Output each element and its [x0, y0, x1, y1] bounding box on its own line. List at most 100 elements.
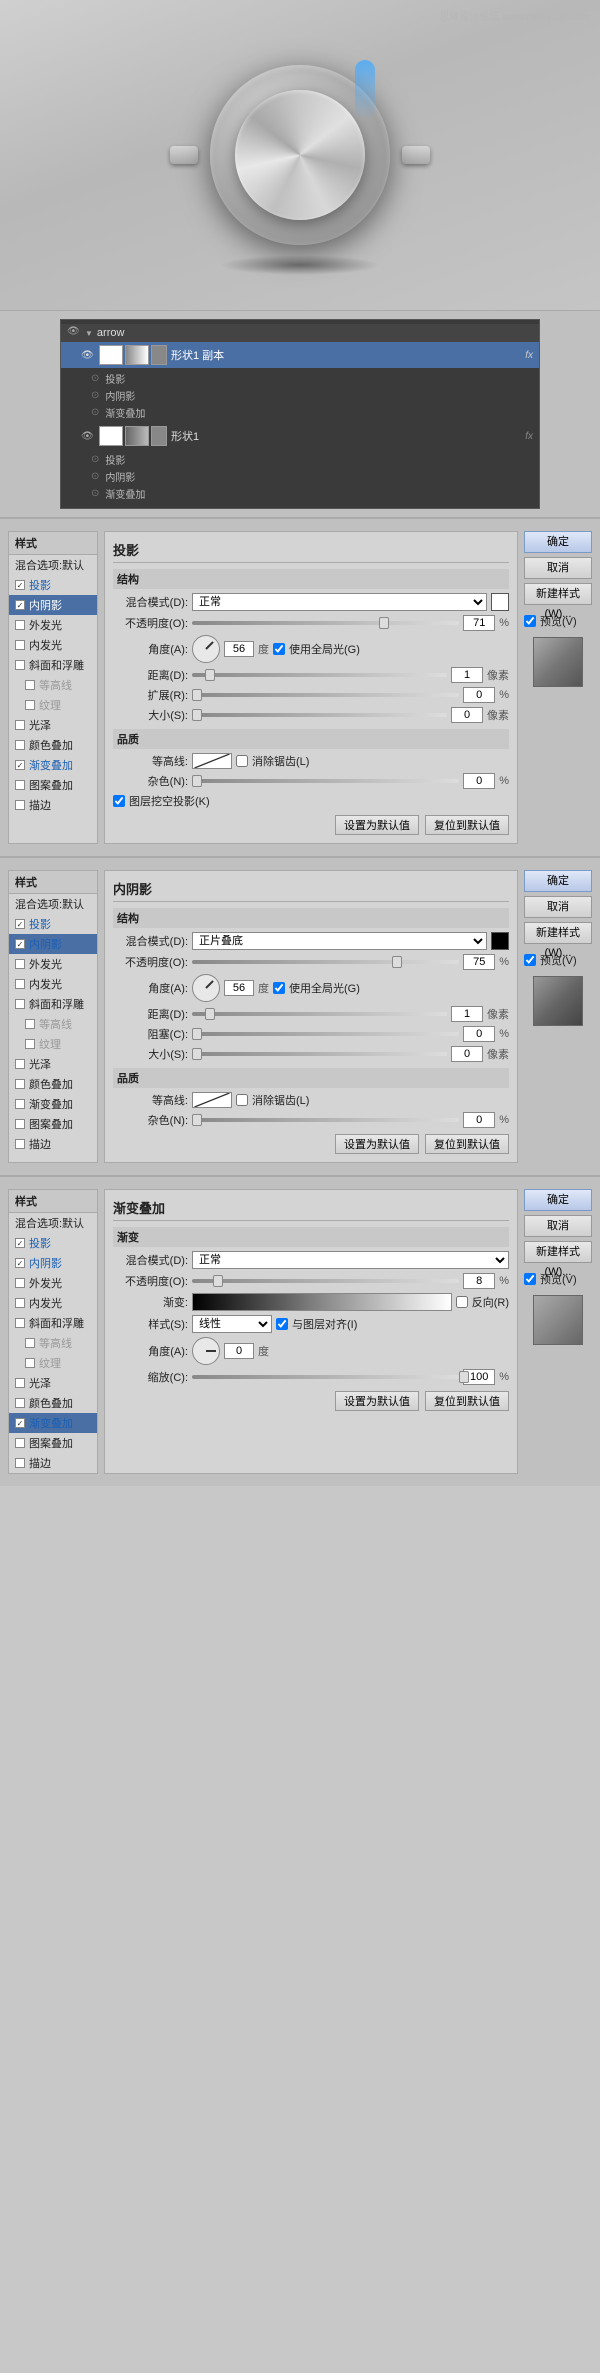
- collapse-icon[interactable]: ▼: [85, 329, 93, 338]
- layers-arrow-row[interactable]: 👁 ▼ arrow: [61, 324, 539, 342]
- checkbox-tuan-2[interactable]: [15, 1119, 25, 1129]
- checkbox-xieface-1[interactable]: [15, 660, 25, 670]
- style-jianbian-3[interactable]: 渐变叠加: [9, 1413, 97, 1433]
- style-wafaguang-2[interactable]: 外发光: [9, 954, 97, 974]
- reset-default-btn-1[interactable]: 复位到默认值: [425, 815, 509, 835]
- checkbox-wafaguang-2[interactable]: [15, 959, 25, 969]
- checkbox-touying-3[interactable]: [15, 1238, 25, 1248]
- distance-slider-1[interactable]: [192, 673, 447, 677]
- noise-input-1[interactable]: [463, 773, 495, 789]
- angle-input-2[interactable]: [224, 980, 254, 996]
- ok-btn-3[interactable]: 确定: [524, 1189, 592, 1211]
- checkbox-nfaguang-2[interactable]: [15, 979, 25, 989]
- style-neiyinying-3[interactable]: 内阴影: [9, 1253, 97, 1273]
- checkbox-neiyinying-3[interactable]: [15, 1258, 25, 1268]
- cancel-btn-1[interactable]: 取消: [524, 557, 592, 579]
- checkbox-wentl-3[interactable]: [25, 1358, 35, 1368]
- style-mixed-2[interactable]: 混合选项:默认: [9, 894, 97, 914]
- style-wentl-1[interactable]: 纹理: [9, 695, 97, 715]
- global-light-check-1[interactable]: [273, 643, 285, 655]
- style-touying-1[interactable]: 投影: [9, 575, 97, 595]
- blend-mode-select-3[interactable]: 正常: [192, 1251, 509, 1269]
- style-denggaoxian-3[interactable]: 等高线: [9, 1333, 97, 1353]
- style-tuan-2[interactable]: 图案叠加: [9, 1114, 97, 1134]
- style-denggaoxian-1[interactable]: 等高线: [9, 675, 97, 695]
- eye-icon-shape1copy[interactable]: 👁: [81, 350, 95, 361]
- checkbox-miaobian-1[interactable]: [15, 800, 25, 810]
- angle-circle-3[interactable]: [192, 1337, 220, 1365]
- checkbox-xieface-2[interactable]: [15, 999, 25, 1009]
- checkbox-wafaguang-1[interactable]: [15, 620, 25, 630]
- style-touying-3[interactable]: 投影: [9, 1233, 97, 1253]
- cancel-btn-2[interactable]: 取消: [524, 896, 592, 918]
- style-wafaguang-1[interactable]: 外发光: [9, 615, 97, 635]
- checkbox-wentl-2[interactable]: [25, 1039, 35, 1049]
- distance-input-2[interactable]: [451, 1006, 483, 1022]
- preview-check-1[interactable]: [524, 615, 536, 627]
- checkbox-nfaguang-3[interactable]: [15, 1298, 25, 1308]
- style-yanse-2[interactable]: 颜色叠加: [9, 1074, 97, 1094]
- distance-input-1[interactable]: [451, 667, 483, 683]
- checkbox-tuan-3[interactable]: [15, 1438, 25, 1448]
- effect-neiyinying1[interactable]: ⊙内阴影: [61, 387, 539, 404]
- style-jianbian-2[interactable]: 渐变叠加: [9, 1094, 97, 1114]
- size-slider-2[interactable]: [192, 1052, 447, 1056]
- checkbox-xieface-3[interactable]: [15, 1318, 25, 1328]
- blend-color-2[interactable]: [491, 932, 509, 950]
- style-guangze-3[interactable]: 光泽: [9, 1373, 97, 1393]
- style-tuan-1[interactable]: 图案叠加: [9, 775, 97, 795]
- size-slider-1[interactable]: [192, 713, 447, 717]
- style-yanse-3[interactable]: 颜色叠加: [9, 1393, 97, 1413]
- scale-slider-3[interactable]: [192, 1375, 459, 1379]
- checkbox-guangze-1[interactable]: [15, 720, 25, 730]
- checkbox-yanse-3[interactable]: [15, 1398, 25, 1408]
- eye-icon[interactable]: 👁: [67, 326, 81, 340]
- checkbox-touying-1[interactable]: [15, 580, 25, 590]
- checkbox-touying-2[interactable]: [15, 919, 25, 929]
- set-default-btn-2[interactable]: 设置为默认值: [335, 1134, 419, 1154]
- angle-input-1[interactable]: [224, 641, 254, 657]
- checkbox-denggaoxian-3[interactable]: [25, 1338, 35, 1348]
- noise-input-2[interactable]: [463, 1112, 495, 1128]
- style-touying-2[interactable]: 投影: [9, 914, 97, 934]
- size-input-1[interactable]: [451, 707, 483, 723]
- style-neiyinying-2[interactable]: 内阴影: [9, 934, 97, 954]
- angle-input-3[interactable]: [224, 1343, 254, 1359]
- style-nfaguang-2[interactable]: 内发光: [9, 974, 97, 994]
- angle-circle-1[interactable]: [192, 635, 220, 663]
- style-denggaoxian-2[interactable]: 等高线: [9, 1014, 97, 1034]
- contour-preview-2[interactable]: [192, 1092, 232, 1108]
- style-miaobian-1[interactable]: 描边: [9, 795, 97, 815]
- checkbox-guangze-2[interactable]: [15, 1059, 25, 1069]
- style-xieface-3[interactable]: 斜面和浮雕: [9, 1313, 97, 1333]
- style-xieface-1[interactable]: 斜面和浮雕: [9, 655, 97, 675]
- new-style-btn-1[interactable]: 新建样式(W)...: [524, 583, 592, 605]
- set-default-btn-1[interactable]: 设置为默认值: [335, 815, 419, 835]
- style-select-3[interactable]: 线性: [192, 1315, 272, 1333]
- checkbox-nfaguang-1[interactable]: [15, 640, 25, 650]
- noise-slider-1[interactable]: [192, 779, 459, 783]
- cancel-btn-3[interactable]: 取消: [524, 1215, 592, 1237]
- checkbox-miaobian-3[interactable]: [15, 1458, 25, 1468]
- checkbox-jianbian-3[interactable]: [15, 1418, 25, 1428]
- style-wentl-3[interactable]: 纹理: [9, 1353, 97, 1373]
- opacity-input-3[interactable]: [463, 1273, 495, 1289]
- checkbox-denggaoxian-2[interactable]: [25, 1019, 35, 1029]
- checkbox-tuan-1[interactable]: [15, 780, 25, 790]
- checkbox-neiyinying-1[interactable]: [15, 600, 25, 610]
- style-miaobian-2[interactable]: 描边: [9, 1134, 97, 1154]
- style-nfaguang-3[interactable]: 内发光: [9, 1293, 97, 1313]
- layer-row-shape1-copy[interactable]: 👁 形状1 副本 fx: [61, 342, 539, 368]
- opacity-slider-1[interactable]: [192, 621, 459, 625]
- alias-check-1[interactable]: [236, 755, 248, 767]
- checkbox-denggaoxian-1[interactable]: [25, 680, 35, 690]
- blend-mode-select-1[interactable]: 正常: [192, 593, 487, 611]
- style-neiyinying-1[interactable]: 内阴影: [9, 595, 97, 615]
- new-style-btn-2[interactable]: 新建样式(W)...: [524, 922, 592, 944]
- set-default-btn-3[interactable]: 设置为默认值: [335, 1391, 419, 1411]
- style-mixed-3[interactable]: 混合选项:默认: [9, 1213, 97, 1233]
- align-check-3[interactable]: [276, 1318, 288, 1330]
- effect-jianbian2[interactable]: ⊙渐变叠加: [61, 485, 539, 502]
- alias-check-2[interactable]: [236, 1094, 248, 1106]
- contour-preview-1[interactable]: [192, 753, 232, 769]
